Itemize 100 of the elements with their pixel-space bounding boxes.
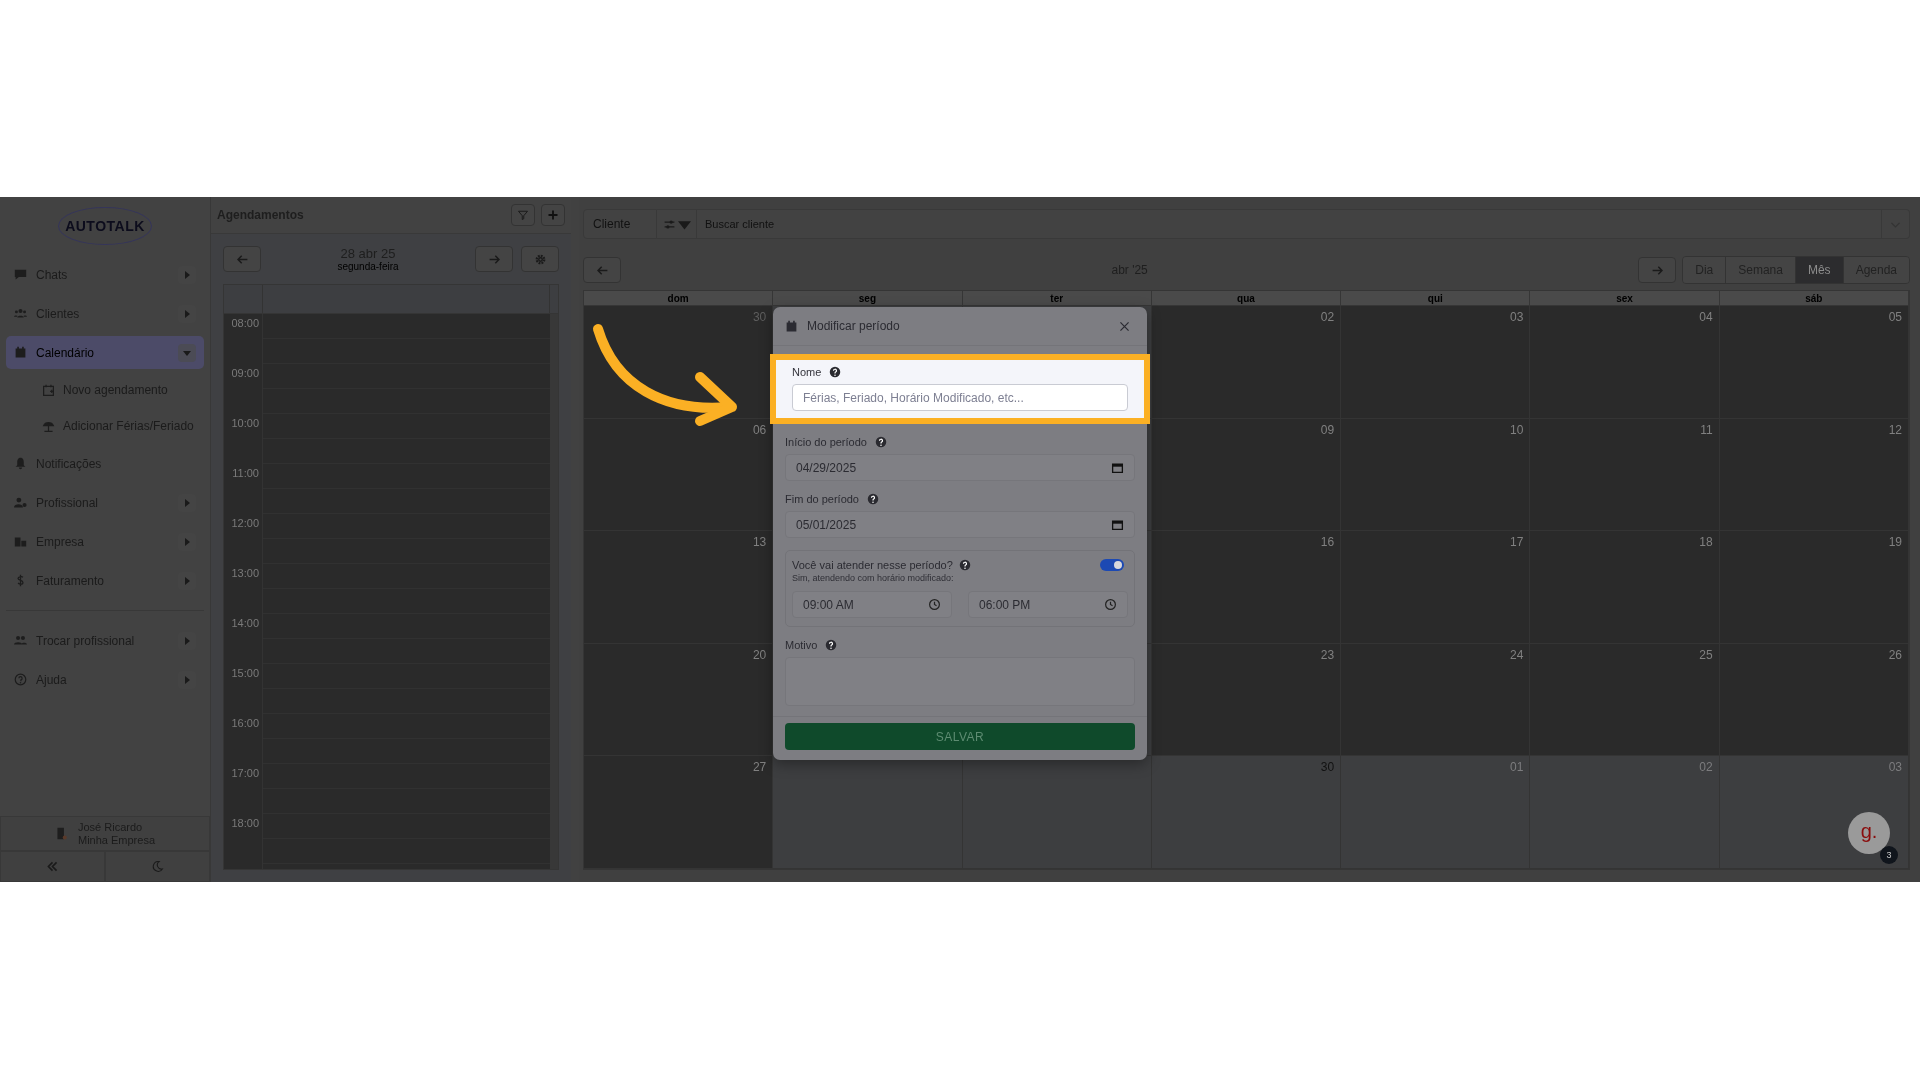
help-icon <box>867 493 879 505</box>
weekday-header: ter <box>962 291 1152 306</box>
day-number: 12 <box>1888 422 1902 437</box>
time-label: 10:00 <box>231 417 259 431</box>
next-month-button[interactable] <box>1638 257 1677 283</box>
day-number: 03 <box>1510 310 1524 324</box>
day-cell[interactable]: 16 <box>1151 531 1342 644</box>
day-cell[interactable]: 10 <box>1341 418 1531 532</box>
dark-mode-button[interactable] <box>105 851 210 882</box>
attendance-question: Você vai atender nesse período? <box>792 559 953 571</box>
day-cell[interactable]: 27 <box>584 756 774 869</box>
day-number: 11 <box>1700 422 1713 437</box>
day-cell[interactable]: 18 <box>1530 531 1720 644</box>
weekday-header: qui <box>1341 291 1531 306</box>
settings-icon <box>533 252 547 266</box>
buildings-icon <box>14 535 27 548</box>
time-label: 12:00 <box>231 517 259 531</box>
day-number: 13 <box>752 535 767 550</box>
day-cell[interactable]: 13 <box>584 531 774 644</box>
sidebar-item[interactable]: Calendário <box>6 336 204 369</box>
day-number: 10 <box>1510 422 1524 437</box>
field-label: Nome <box>792 366 822 378</box>
settings-button[interactable] <box>521 246 559 272</box>
day-cell[interactable]: 26 <box>1719 643 1909 757</box>
date-field[interactable]: 04/29/2025 <box>785 454 1135 481</box>
weekday-label: segunda-feira <box>337 261 399 272</box>
collapse-button[interactable] <box>0 851 105 882</box>
view-tab[interactable]: Mês <box>1795 257 1844 283</box>
help-icon <box>874 436 887 448</box>
day-number: 17 <box>1510 535 1524 550</box>
filter-icon <box>517 209 529 221</box>
calendar-icon <box>1111 518 1124 531</box>
day-cell[interactable]: 02 <box>1530 756 1720 869</box>
people-swap-icon <box>14 634 27 647</box>
bell-icon <box>14 457 27 470</box>
help-icon <box>825 639 838 651</box>
previous-month-button[interactable] <box>583 257 621 283</box>
plus-icon <box>547 209 559 221</box>
day-number: 03 <box>1888 760 1902 775</box>
dollar-icon <box>14 574 27 587</box>
name-field[interactable]: Férias, Feriado, Horário Modificado, etc... <box>792 384 1128 411</box>
day-cell[interactable]: 06 <box>584 418 774 532</box>
day-number: 19 <box>1888 535 1902 550</box>
day-number: 04 <box>1699 310 1713 324</box>
day-cell[interactable]: 25 <box>1530 643 1720 757</box>
day-number: 25 <box>1699 647 1713 662</box>
day-cell[interactable]: 12 <box>1719 418 1909 532</box>
end-time-field[interactable]: 06:00 PM <box>968 591 1128 618</box>
time-label: 08:00 <box>231 317 259 331</box>
time-label: 11:00 <box>232 467 259 481</box>
clock-icon <box>928 598 941 611</box>
time-label: 16:00 <box>231 717 259 731</box>
date-field[interactable]: 05/01/2025 <box>785 511 1135 538</box>
help-icon <box>14 673 27 686</box>
day-cell[interactable]: 03 <box>1341 306 1531 419</box>
attendance-toggle[interactable] <box>1100 559 1124 571</box>
people-icon <box>14 307 27 320</box>
weekday-header: dom <box>584 291 774 306</box>
day-cell[interactable]: 23 <box>1151 643 1342 757</box>
day-cell[interactable]: 19 <box>1719 531 1909 644</box>
field-label: Motivo <box>785 639 818 651</box>
previous-day-button[interactable] <box>223 246 261 272</box>
day-number: 27 <box>752 760 767 775</box>
add-button[interactable] <box>541 204 565 226</box>
calendar-icon <box>785 319 798 333</box>
day-cell[interactable]: 11 <box>1530 418 1720 532</box>
save-button[interactable]: SALVAR <box>785 723 1135 750</box>
filter-button[interactable] <box>511 204 535 226</box>
day-number: 24 <box>1510 647 1524 662</box>
close-icon <box>1117 319 1131 333</box>
chat-bubble-icon <box>14 268 27 281</box>
modal-title: Modificar período <box>807 319 901 333</box>
day-number: 05 <box>1888 310 1902 324</box>
moon-icon <box>151 860 164 873</box>
day-cell[interactable]: 01 <box>1341 756 1531 869</box>
day-cell[interactable]: 02 <box>1151 306 1342 419</box>
weekday-header: sáb <box>1719 291 1909 306</box>
start-time-field[interactable]: 09:00 AM <box>792 591 952 618</box>
day-cell[interactable]: 09 <box>1151 418 1342 532</box>
help-icon <box>958 559 971 571</box>
time-label: 13:00 <box>231 567 259 581</box>
day-cell[interactable]: 04 <box>1530 306 1720 419</box>
day-number: 09 <box>1320 422 1335 437</box>
day-number: 26 <box>1888 647 1902 662</box>
day-cell[interactable]: 05 <box>1719 306 1909 419</box>
calendar-plus-icon <box>42 383 55 397</box>
double-chevron-left-icon <box>46 860 59 873</box>
scrollbar[interactable] <box>550 314 558 869</box>
day-cell[interactable] <box>962 756 1152 869</box>
calendar-icon <box>14 346 27 359</box>
next-day-button[interactable] <box>475 246 513 272</box>
day-cell[interactable]: 20 <box>584 643 774 757</box>
time-label: 14:00 <box>231 617 259 631</box>
day-number: 02 <box>1320 310 1335 324</box>
day-cell[interactable]: 24 <box>1341 643 1531 757</box>
filter-options-button[interactable] <box>657 209 697 239</box>
day-cell[interactable]: 17 <box>1341 531 1531 644</box>
caret-icon[interactable] <box>178 343 196 362</box>
day-number: 18 <box>1699 535 1713 550</box>
beach-umbrella-icon <box>42 419 55 433</box>
